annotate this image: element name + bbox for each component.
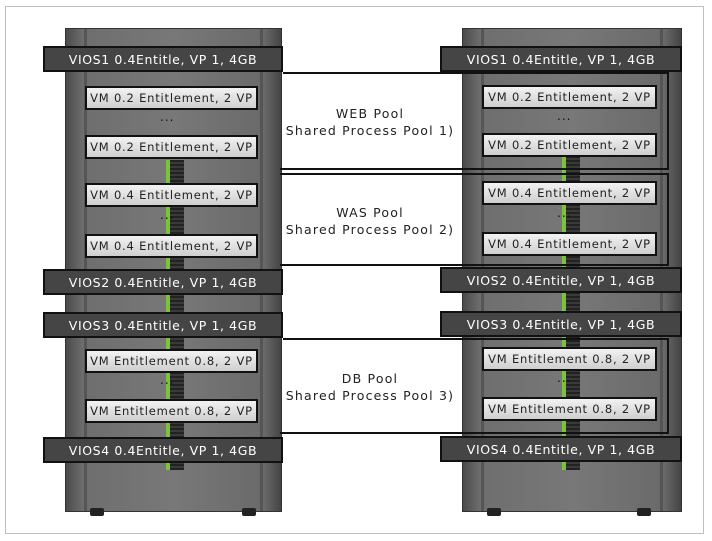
diagram: VIOS1 0.4Entitle, VP 1, 4GB VIOS2 0.4Ent… <box>0 0 712 541</box>
ellipsis: ... <box>557 371 572 385</box>
vios1-right: VIOS1 0.4Entitle, VP 1, 4GB <box>440 46 682 72</box>
vm-box: VM 0.4 Entitlement, 2 VP <box>85 234 258 258</box>
rack-foot <box>487 508 501 516</box>
vm-box: VM 0.2 Entitlement, 2 VP <box>482 85 657 109</box>
vios2-left: VIOS2 0.4Entitle, VP 1, 4GB <box>43 269 283 295</box>
pool-name: WAS Pool <box>336 205 404 220</box>
web-pool-top-line <box>283 72 669 74</box>
pool-subtitle: Shared Process Pool 3) <box>285 388 455 403</box>
pool-subtitle: Shared Process Pool 1) <box>285 123 455 138</box>
pool-name: DB Pool <box>341 371 399 386</box>
vm-box: VM 0.2 Entitlement, 2 VP <box>85 86 258 110</box>
vm-box: VM Entitlement 0.8, 2 VP <box>85 399 258 423</box>
vm-box: VM 0.4 Entitlement, 2 VP <box>482 181 657 205</box>
db-pool-label: DB Pool Shared Process Pool 3) <box>275 370 465 404</box>
vm-box: VM Entitlement 0.8, 2 VP <box>85 349 258 373</box>
ellipsis: ... <box>160 110 175 124</box>
pool-subtitle: Shared Process Pool 2) <box>285 222 455 237</box>
was-pool-bottom-line <box>280 264 669 266</box>
was-pool-top-line <box>280 173 669 175</box>
ellipsis: ... <box>160 373 175 387</box>
db-pool-bottom-line <box>280 432 669 434</box>
ellipsis: ... <box>557 206 572 220</box>
ellipsis: ... <box>557 109 572 123</box>
web-pool-right-line <box>667 72 669 170</box>
ellipsis: ... <box>160 208 175 222</box>
rack-foot <box>90 508 104 516</box>
db-pool-top-line <box>283 338 669 340</box>
db-pool-right-line <box>667 338 669 434</box>
was-pool-right-line <box>667 173 669 266</box>
vios3-left: VIOS3 0.4Entitle, VP 1, 4GB <box>43 312 283 338</box>
vm-box: VM 0.4 Entitlement, 2 VP <box>85 183 258 207</box>
web-pool-label: WEB Pool Shared Process Pool 1) <box>275 105 465 139</box>
vios1-left: VIOS1 0.4Entitle, VP 1, 4GB <box>43 46 283 72</box>
vm-box: VM Entitlement 0.8, 2 VP <box>482 347 657 371</box>
vios2-right: VIOS2 0.4Entitle, VP 1, 4GB <box>440 267 682 293</box>
rack-foot <box>242 508 256 516</box>
vm-box: VM 0.2 Entitlement, 2 VP <box>482 133 657 157</box>
vios3-right: VIOS3 0.4Entitle, VP 1, 4GB <box>440 311 682 337</box>
vm-box: VM Entitlement 0.8, 2 VP <box>482 397 657 421</box>
vios4-left: VIOS4 0.4Entitle, VP 1, 4GB <box>43 437 283 463</box>
rack-foot <box>637 508 651 516</box>
pool-name: WEB Pool <box>335 106 405 121</box>
vios4-right: VIOS4 0.4Entitle, VP 1, 4GB <box>440 436 682 462</box>
web-pool-bottom-line <box>280 168 669 170</box>
vm-box: VM 0.2 Entitlement, 2 VP <box>85 135 258 159</box>
vm-box: VM 0.4 Entitlement, 2 VP <box>482 232 657 256</box>
was-pool-label: WAS Pool Shared Process Pool 2) <box>275 204 465 238</box>
